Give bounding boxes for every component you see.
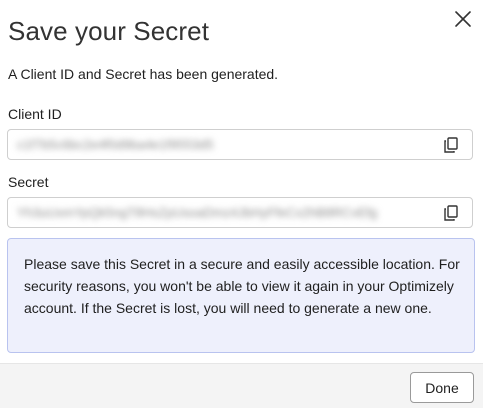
client-id-value: c1f7b5c6bc2e4f0d9ba4e1f9553d5	[17, 137, 214, 152]
copy-icon	[444, 137, 458, 153]
done-button[interactable]: Done	[410, 372, 474, 403]
copy-client-id-button[interactable]	[442, 136, 460, 154]
copy-icon	[444, 205, 458, 221]
dialog-subtitle: A Client ID and Secret has been generate…	[8, 66, 279, 82]
save-secret-dialog: Save your Secret A Client ID and Secret …	[0, 0, 483, 408]
dialog-title: Save your Secret	[8, 16, 210, 46]
close-icon	[455, 11, 471, 27]
client-id-field[interactable]: c1f7b5c6bc2e4f0d9ba4e1f9553d5	[7, 129, 473, 160]
close-button[interactable]	[452, 8, 474, 30]
copy-secret-button[interactable]	[442, 204, 460, 222]
secret-value: Yh3uUxmYpQk5ngT8HsZpUsoaDmz4JbHyFfeCx2hB…	[17, 205, 378, 220]
secret-label: Secret	[8, 174, 49, 190]
secret-warning-notice: Please save this Secret in a secure and …	[7, 238, 475, 353]
dialog-footer: Done	[0, 363, 483, 408]
secret-field[interactable]: Yh3uUxmYpQk5ngT8HsZpUsoaDmz4JbHyFfeCx2hB…	[7, 197, 473, 228]
client-id-label: Client ID	[8, 106, 62, 122]
